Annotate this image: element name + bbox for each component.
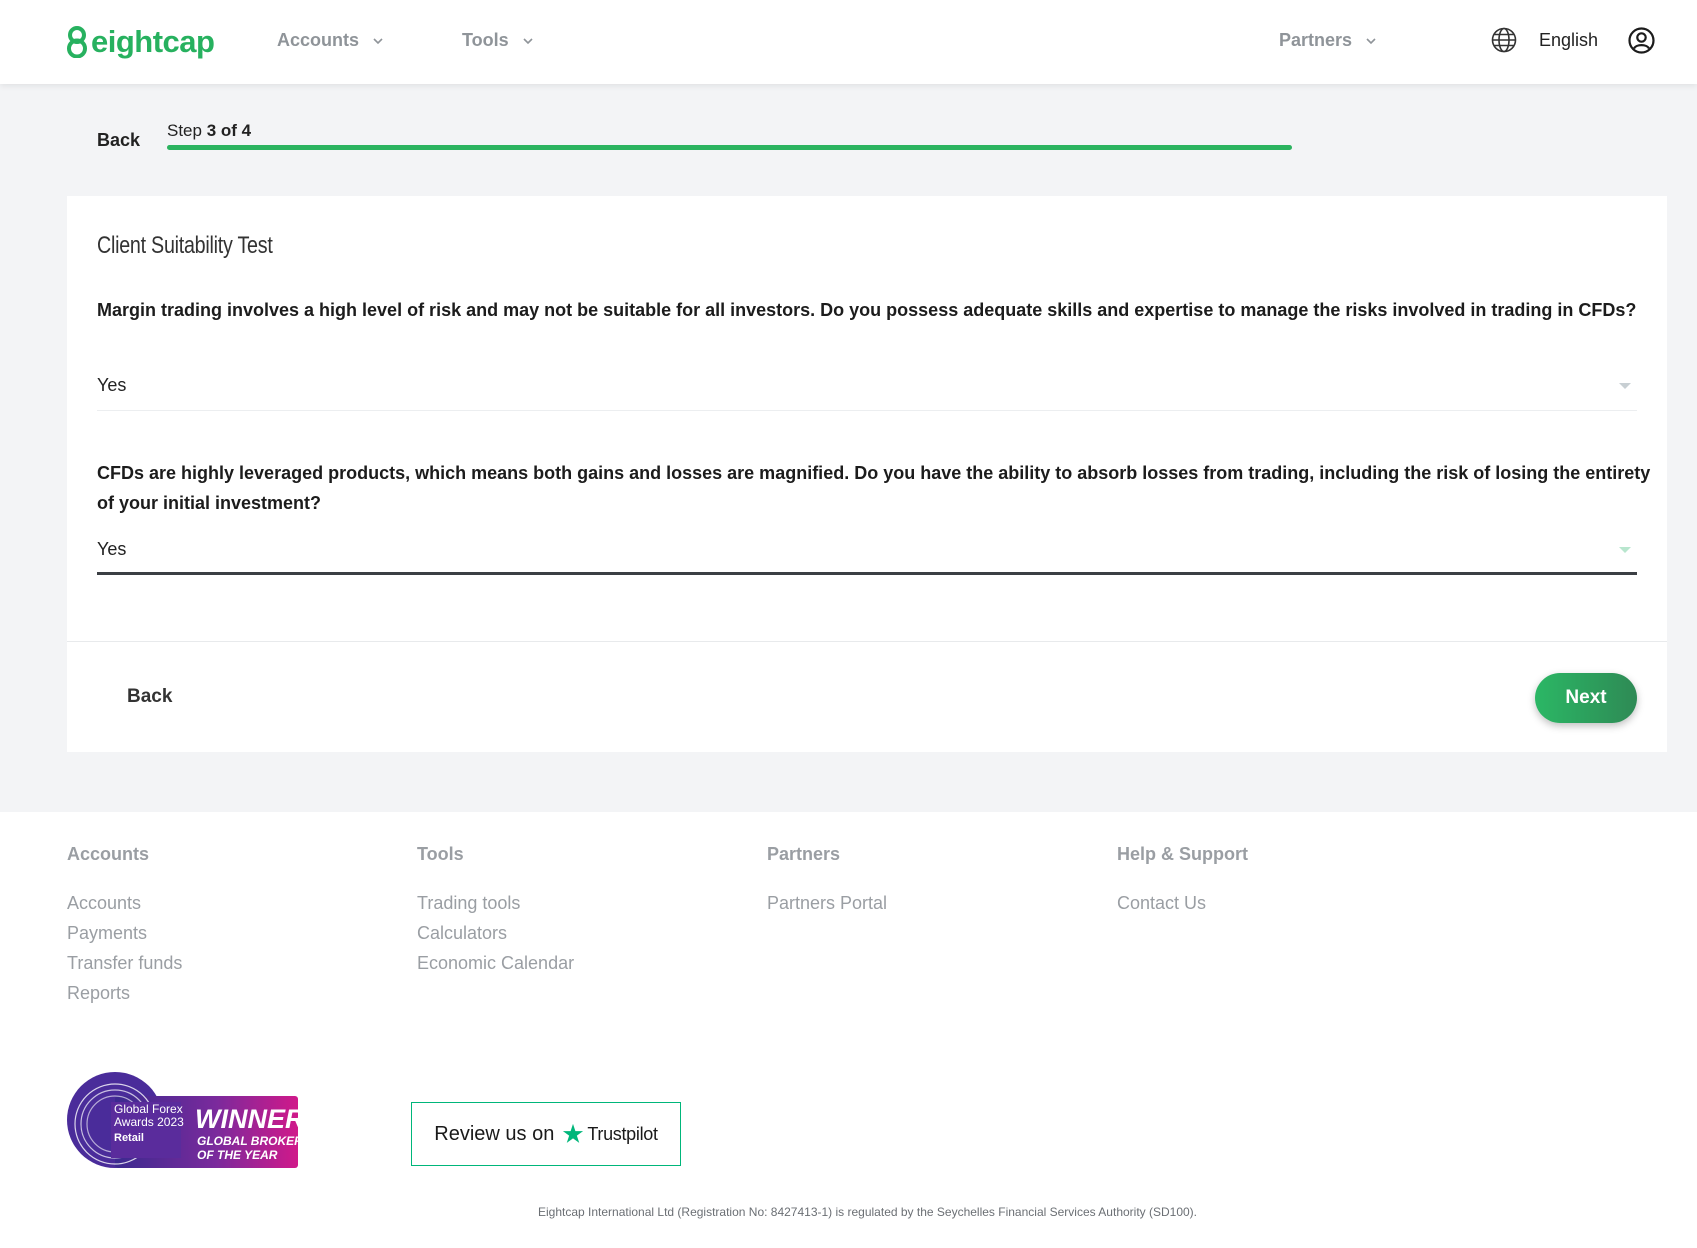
footer-heading: Accounts	[67, 844, 150, 864]
question-1: Margin trading involves a high level of …	[97, 300, 1637, 320]
step-value: 3 of 4	[206, 121, 252, 140]
badge-winner: WINNER	[195, 1104, 298, 1134]
globe-icon[interactable]	[1491, 27, 1517, 53]
chevron-down-icon	[1366, 37, 1376, 44]
dropdown-caret-icon	[1619, 383, 1631, 389]
footer-link-calculators[interactable]: Calculators	[417, 918, 574, 948]
language-selector[interactable]: English	[1539, 30, 1598, 51]
progress-fill	[167, 145, 1292, 150]
progress-bar	[167, 145, 1292, 150]
form-title: Client Suitability Test	[97, 232, 273, 259]
footer-link-payments[interactable]: Payments	[67, 918, 182, 948]
question-1-select[interactable]: Yes	[97, 363, 1637, 411]
nav-partners[interactable]: Partners	[1279, 30, 1378, 51]
badge-line1: Global Forex	[114, 1102, 183, 1116]
user-account-icon[interactable]	[1628, 27, 1655, 54]
nav-accounts-label: Accounts	[277, 30, 360, 50]
footer-link-contact-us[interactable]: Contact Us	[1117, 888, 1248, 918]
eightcap-logo[interactable]: eightcap	[66, 22, 215, 62]
footer-heading: Tools	[417, 844, 464, 864]
suitability-form-card: Client Suitability Test Margin trading i…	[67, 196, 1667, 752]
footer-link-partners-portal[interactable]: Partners Portal	[767, 888, 887, 918]
card-divider	[67, 641, 1667, 642]
footer: Accounts Accounts Payments Transfer fund…	[0, 812, 1697, 1248]
footer-column-accounts: Accounts Accounts Payments Transfer fund…	[67, 844, 182, 1008]
badge-sub2: OF THE YEAR	[197, 1148, 278, 1162]
footer-column-help: Help & Support Contact Us	[1117, 844, 1248, 918]
nav-partners-label: Partners	[1279, 30, 1353, 50]
logo-text: eightcap	[91, 24, 215, 59]
footer-link-transfer-funds[interactable]: Transfer funds	[67, 948, 182, 978]
footer-link-economic-calendar[interactable]: Economic Calendar	[417, 948, 574, 978]
question-2: CFDs are highly leveraged products, whic…	[97, 463, 1651, 513]
footer-link-accounts[interactable]: Accounts	[67, 888, 182, 918]
logo-8-icon	[67, 26, 87, 58]
trustpilot-star-icon	[563, 1123, 584, 1143]
legal-disclaimer: Eightcap International Ltd (Registration…	[537, 1205, 1198, 1219]
nav-tools[interactable]: Tools	[462, 30, 535, 51]
footer-column-partners: Partners Partners Portal	[767, 844, 887, 918]
award-badge: Global Forex Awards 2023 Retail WINNER G…	[67, 1072, 298, 1168]
trustpilot-review-button[interactable]: Review us on Trustpilot	[411, 1102, 681, 1166]
chevron-down-icon	[523, 37, 533, 44]
chevron-down-icon	[373, 37, 383, 44]
footer-column-tools: Tools Trading tools Calculators Economic…	[417, 844, 574, 978]
dropdown-caret-icon	[1619, 547, 1631, 553]
nav-accounts[interactable]: Accounts	[277, 30, 385, 51]
nav-tools-label: Tools	[462, 30, 509, 50]
badge-line2: Awards 2023	[114, 1115, 184, 1129]
step-prefix: Step	[167, 121, 202, 140]
trustpilot-text: Review us on	[434, 1122, 555, 1145]
footer-heading: Partners	[767, 844, 841, 864]
question-1-answer: Yes	[97, 375, 127, 395]
form-back-button[interactable]: Back	[127, 686, 172, 708]
question-2-select[interactable]: Yes	[97, 527, 1637, 575]
question-2-answer: Yes	[97, 539, 127, 559]
badge-sub1: GLOBAL BROKER	[197, 1134, 298, 1148]
footer-link-reports[interactable]: Reports	[67, 978, 182, 1008]
top-header: eightcap Accounts Tools Partners English	[0, 0, 1697, 84]
badge-line3: Retail	[114, 1132, 144, 1144]
stepper-back-button[interactable]: Back	[97, 130, 140, 151]
footer-link-trading-tools[interactable]: Trading tools	[417, 888, 574, 918]
trustpilot-brand: Trustpilot	[587, 1123, 658, 1144]
footer-heading: Help & Support	[1117, 844, 1248, 864]
step-indicator: Step 3 of 4	[167, 121, 251, 141]
next-button[interactable]: Next	[1535, 673, 1637, 723]
